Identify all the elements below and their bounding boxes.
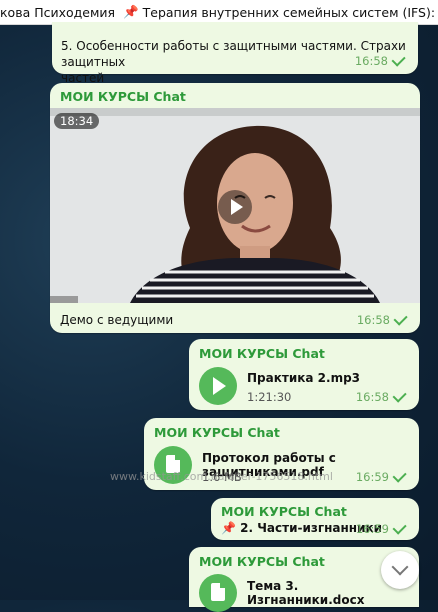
sender-name[interactable]: МОИ КУРСЫ Chat	[154, 425, 280, 440]
sent-check-icon	[392, 468, 407, 483]
video-duration: 18:34	[60, 114, 94, 128]
message-time: 16:58	[354, 54, 388, 68]
message-time: 16:59	[355, 522, 389, 536]
sender-name[interactable]: МОИ КУРСЫ Chat	[199, 554, 325, 569]
play-icon	[231, 199, 243, 215]
scroll-down-button[interactable]	[381, 551, 419, 589]
video-play-button[interactable]	[218, 190, 252, 224]
sender-name[interactable]: МОИ КУРСЫ Chat	[221, 504, 347, 519]
sent-check-icon	[392, 520, 407, 535]
message-meta: 16:58	[355, 388, 407, 404]
sent-check-icon	[393, 311, 408, 326]
pinned-title: Терапия внутренних семейных систем (IFS)…	[142, 4, 438, 20]
channel-name: кова Психодемия	[0, 4, 116, 20]
sender-name[interactable]: МОИ КУРСЫ Chat	[199, 346, 325, 361]
message-meta: 16:58	[356, 311, 408, 327]
file-name: Практика 2.mp3	[247, 371, 361, 385]
video-preview[interactable]: 18:34	[50, 108, 420, 303]
watermark-text: www.kidstaff.com.ua/user-1756518.html	[110, 470, 333, 483]
message-time: 16:59	[355, 470, 389, 484]
chevron-down-icon	[391, 558, 409, 576]
message-meta: 16:59	[355, 468, 407, 484]
sent-check-icon	[392, 388, 407, 403]
document-download-button[interactable]	[199, 574, 237, 612]
play-icon	[213, 377, 226, 395]
message-text-1[interactable]: 5. Особенности работы с защитными частям…	[52, 22, 418, 85]
audio-play-button[interactable]	[199, 367, 237, 405]
document-icon	[211, 583, 225, 601]
message-audio[interactable]: МОИ КУРСЫ Chat Практика 2.mp3 1:21:30 16…	[189, 339, 419, 410]
message-meta: 16:58	[354, 52, 406, 68]
sent-check-icon	[391, 52, 406, 67]
video-caption: Демо с ведущими	[60, 313, 174, 327]
sender-name[interactable]: МОИ КУРСЫ Chat	[60, 89, 186, 104]
message-video[interactable]: МОИ КУРСЫ Chat 18:34 Демо с ведущими 16:…	[50, 83, 420, 333]
pin-icon: 📌	[123, 4, 139, 19]
message-time: 16:58	[356, 313, 390, 327]
message-text-2[interactable]: МОИ КУРСЫ Chat 📌 2. Части-изгнанники 16:…	[211, 498, 419, 540]
video-duration-badge: 18:34	[54, 113, 100, 129]
message-time: 16:58	[355, 390, 389, 404]
audio-duration: 1:21:30	[247, 390, 292, 404]
message-meta: 16:59	[355, 520, 407, 536]
pin-icon: 📌	[221, 521, 236, 535]
